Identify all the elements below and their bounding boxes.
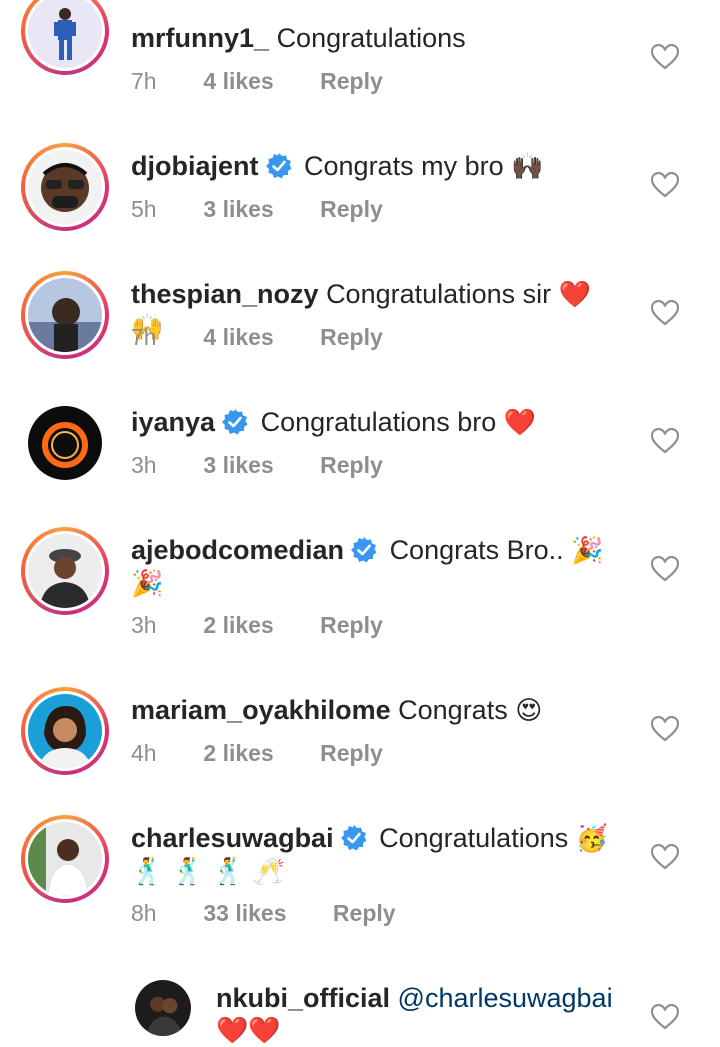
avatar <box>28 278 102 352</box>
comment-meta: 8h 33 likes Reply <box>131 900 396 927</box>
reply-button[interactable]: Reply <box>320 612 383 639</box>
avatar <box>28 150 102 224</box>
hearts-emoji: ❤️❤️ <box>216 1016 281 1046</box>
comment-username[interactable]: iyanya <box>131 407 215 437</box>
reply-button[interactable]: Reply <box>333 900 396 927</box>
comment-username[interactable]: djobiajent <box>131 151 259 181</box>
comment-text: Congrats my bro <box>304 151 504 181</box>
comment-time: 4h <box>131 740 157 766</box>
avatar <box>28 694 102 768</box>
comment-text: Congratulations bro <box>260 407 497 437</box>
story-ring[interactable] <box>21 687 109 775</box>
comment-meta: 7h 4 likes Reply <box>131 324 383 351</box>
avatar[interactable] <box>135 980 191 1036</box>
party-face-emoji: 🥳 <box>575 824 609 854</box>
raised-hands-emoji: 🙌🏿 <box>511 152 544 182</box>
reply-button[interactable]: Reply <box>320 68 383 95</box>
comment-time: 5h <box>131 196 157 222</box>
verified-badge-icon <box>351 537 377 563</box>
like-heart-icon[interactable] <box>651 300 679 326</box>
comment-time: 3h <box>131 452 157 478</box>
comment-likes[interactable]: 3 likes <box>203 452 273 479</box>
story-ring[interactable] <box>21 271 109 359</box>
avatar[interactable] <box>28 406 102 480</box>
mention-link[interactable]: @charlesuwagbai <box>398 983 613 1013</box>
avatar <box>28 534 102 608</box>
comment-time: 8h <box>131 900 157 926</box>
story-ring[interactable] <box>21 815 109 903</box>
comment-text: Congratulations sir <box>326 279 552 309</box>
reply-button[interactable]: Reply <box>320 196 383 223</box>
comment-text: Congrats <box>398 695 508 725</box>
verified-badge-icon <box>265 153 291 179</box>
story-ring[interactable] <box>21 0 109 75</box>
comment-body: djobiajent Congrats my bro 🙌🏿 <box>131 150 621 183</box>
comment-username[interactable]: charlesuwagbai <box>131 823 334 853</box>
comment-text: Congratulations <box>276 23 466 53</box>
reply-username[interactable]: nkubi_official <box>216 983 390 1013</box>
dancing-toast-emoji: 🕺 🕺 🕺 🥂 <box>131 857 286 887</box>
heart-emoji: ❤️ <box>503 408 537 438</box>
comment-username[interactable]: thespian_nozy <box>131 279 319 309</box>
comment-time: 7h <box>131 324 157 350</box>
reply-button[interactable]: Reply <box>320 324 383 351</box>
reply-button[interactable]: Reply <box>320 740 383 767</box>
comment-meta: 3h 3 likes Reply <box>131 452 383 479</box>
comment-body: ajebodcomedian Congrats Bro.. 🎉 🎉 <box>131 534 621 600</box>
comment-likes[interactable]: 4 likes <box>203 324 273 351</box>
like-heart-icon[interactable] <box>651 172 679 198</box>
verified-badge-icon <box>340 825 367 851</box>
comment-username[interactable]: ajebodcomedian <box>131 535 344 565</box>
comment-likes[interactable]: 2 likes <box>203 612 273 639</box>
comment-body: charlesuwagbai Congratulations 🥳 🕺 🕺 🕺 🥂 <box>131 822 621 888</box>
story-ring[interactable] <box>21 143 109 231</box>
comment-body: iyanya Congratulations bro ❤️ <box>131 406 621 439</box>
like-heart-icon[interactable] <box>651 716 679 742</box>
comment-likes[interactable]: 2 likes <box>203 740 273 767</box>
story-ring[interactable] <box>21 527 109 615</box>
party-popper-emoji: 🎉 <box>131 569 164 599</box>
reply-button[interactable]: Reply <box>320 452 383 479</box>
like-heart-icon[interactable] <box>651 44 679 70</box>
comment-time: 3h <box>131 612 157 638</box>
like-heart-icon[interactable] <box>651 556 679 582</box>
like-heart-icon[interactable] <box>651 428 679 454</box>
reply-body: nkubi_official @charlesuwagbai ❤️❤️ <box>216 982 616 1047</box>
comment-meta: 5h 3 likes Reply <box>131 196 383 223</box>
comment-text: Congrats Bro.. <box>389 535 564 565</box>
like-heart-icon[interactable] <box>651 844 679 870</box>
comment-body: mrfunny1_ Congratulations <box>131 22 621 54</box>
comment-likes[interactable]: 4 likes <box>203 68 273 95</box>
comment-likes[interactable]: 3 likes <box>203 196 273 223</box>
avatar <box>28 822 102 896</box>
comment-likes[interactable]: 33 likes <box>203 900 286 927</box>
comment-username[interactable]: mariam_oyakhilome <box>131 695 391 725</box>
party-popper-emoji: 🎉 <box>571 536 604 566</box>
comment-username[interactable]: mrfunny1_ <box>131 23 269 53</box>
comment-text: Congratulations <box>379 823 569 853</box>
verified-badge-icon <box>222 409 248 435</box>
comment-meta: 3h 2 likes Reply <box>131 612 383 639</box>
comment-meta: 4h 2 likes Reply <box>131 740 383 767</box>
heart-eyes-emoji: 😍 <box>515 696 543 726</box>
avatar <box>28 0 102 68</box>
comment-meta: 7h 4 likes Reply <box>131 68 383 95</box>
like-heart-icon[interactable] <box>651 1004 679 1030</box>
comment-body: mariam_oyakhilome Congrats 😍 <box>131 694 621 727</box>
comment-time: 7h <box>131 68 157 94</box>
